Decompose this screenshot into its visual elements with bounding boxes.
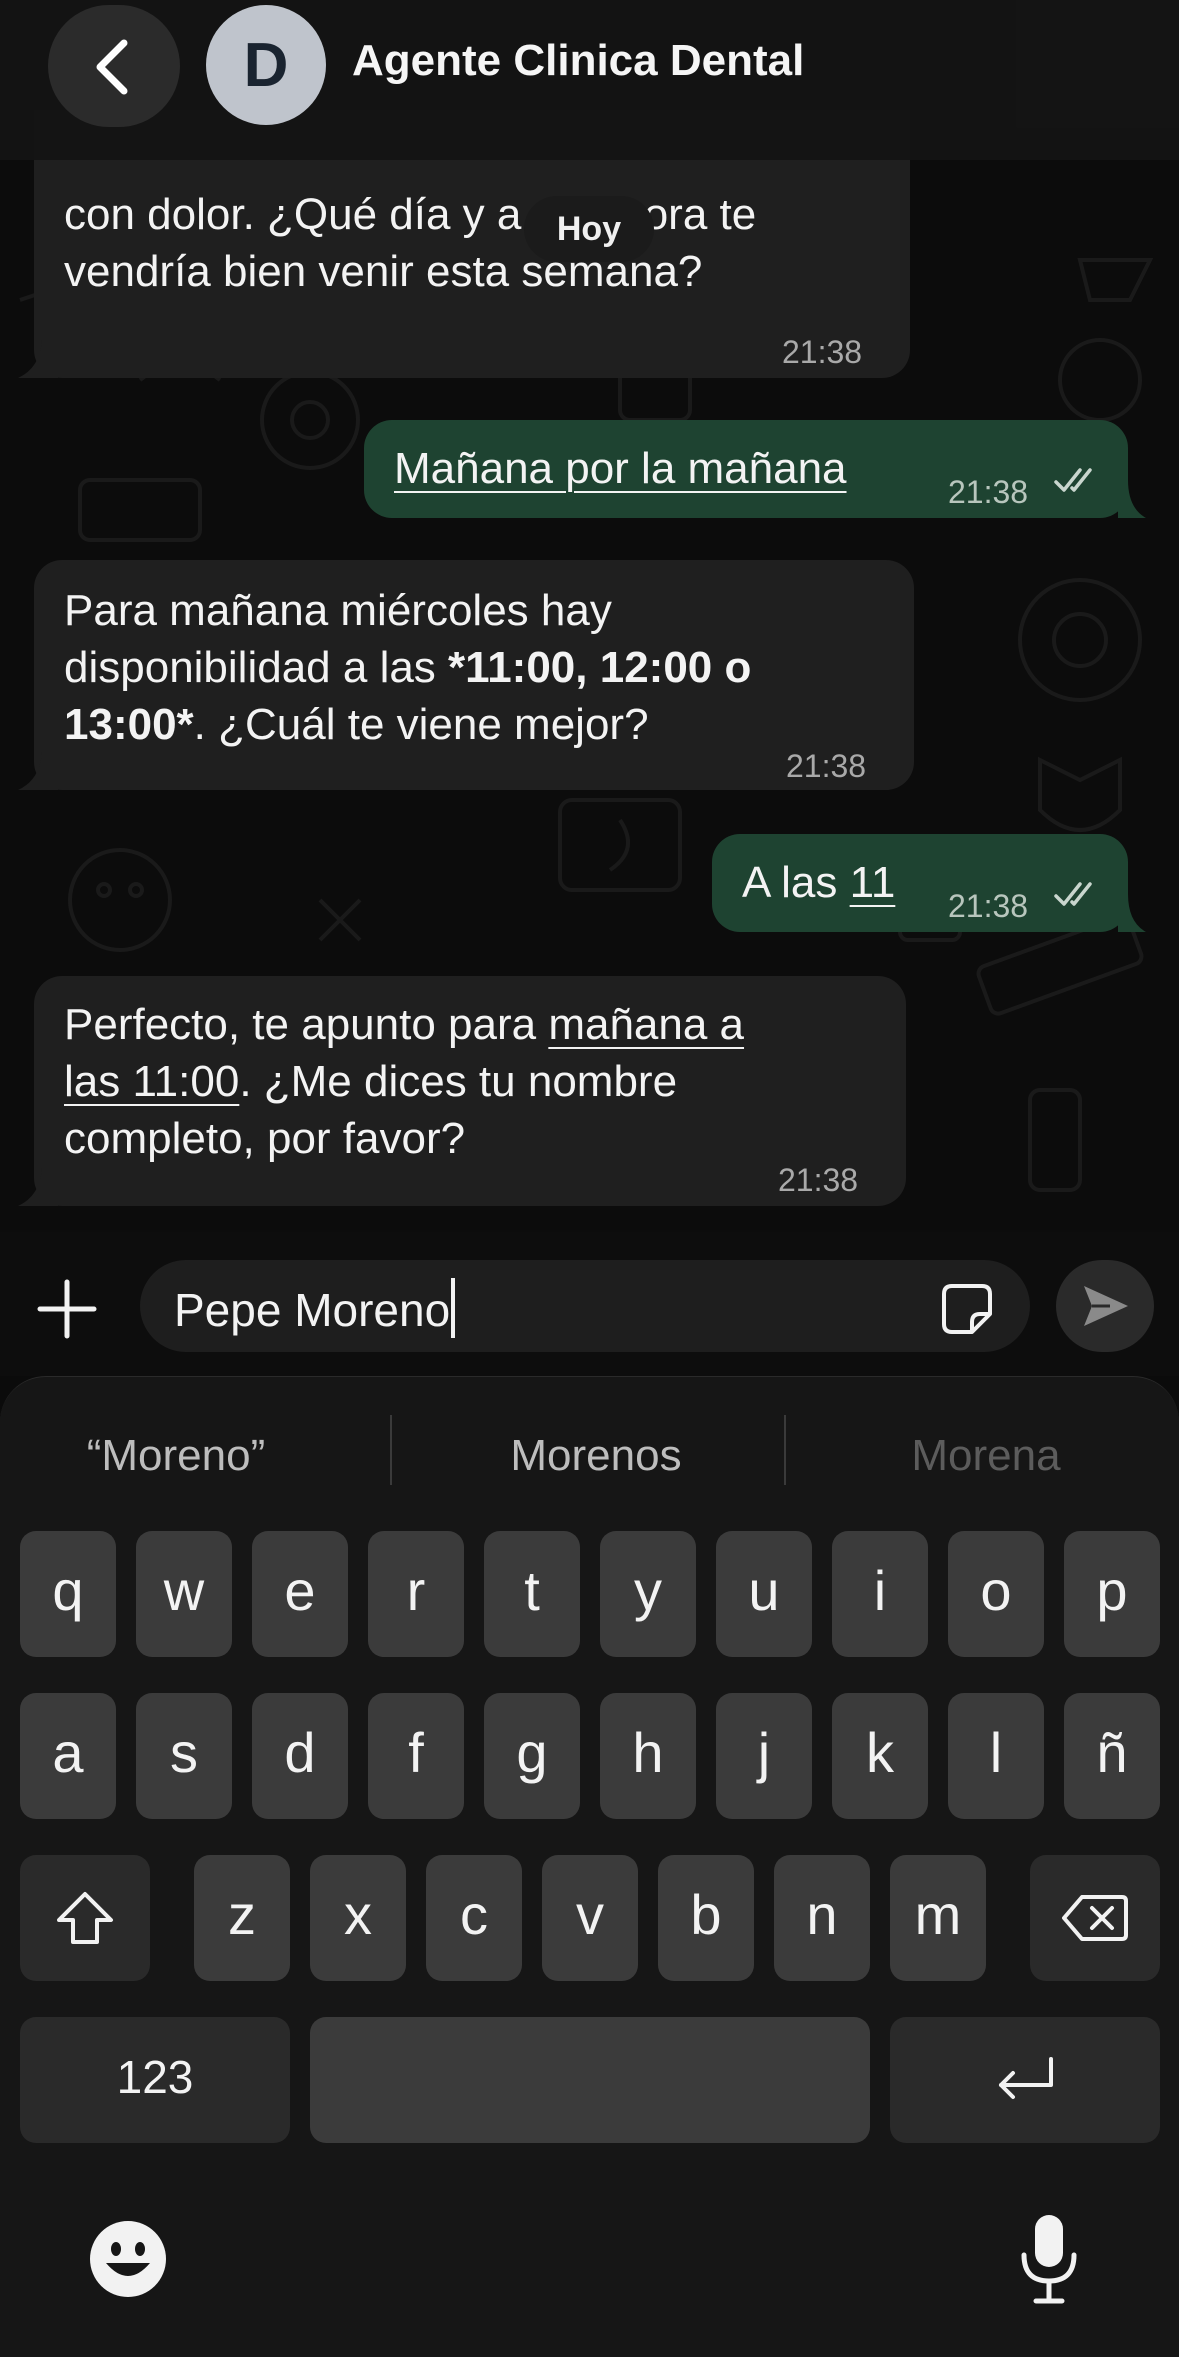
message-input-text: Pepe Moreno [174, 1278, 456, 1338]
shift-icon [57, 1892, 113, 1944]
key-g[interactable]: g [484, 1693, 580, 1819]
message-outgoing[interactable]: A las 11 21:38 [712, 834, 1128, 932]
message-time: 21:38 [782, 334, 863, 370]
key-d[interactable]: d [252, 1693, 348, 1819]
microphone-icon[interactable] [1018, 2211, 1080, 2307]
send-button[interactable] [1056, 1260, 1154, 1352]
message-text: A las 11 [742, 858, 896, 907]
keyboard: “Moreno” Morenos Morena q w e r t y u i … [0, 1376, 1179, 2357]
key-a[interactable]: a [20, 1693, 116, 1819]
chevron-left-icon [96, 39, 128, 95]
suggestion-divider [390, 1415, 392, 1485]
key-k[interactable]: k [832, 1693, 928, 1819]
message-input[interactable]: Pepe Moreno [140, 1260, 1030, 1352]
avatar[interactable]: D [206, 5, 326, 125]
shift-key[interactable] [20, 1855, 150, 1981]
text-caret [451, 1278, 456, 1338]
key-t[interactable]: t [484, 1531, 580, 1657]
bubble-tail [1118, 894, 1146, 932]
chat-title[interactable]: Agente Clinica Dental [352, 36, 804, 86]
send-icon [1084, 1286, 1128, 1326]
bubble-tail [18, 752, 58, 790]
chat-area: con dolor. ¿Qué día y a qué hora te vend… [0, 0, 1179, 1232]
return-icon [999, 2057, 1053, 2099]
chat-header: D Agente Clinica Dental [0, 0, 1179, 160]
key-y[interactable]: y [600, 1531, 696, 1657]
bubble-tail [1118, 480, 1146, 518]
key-i[interactable]: i [832, 1531, 928, 1657]
read-ticks-icon [1054, 882, 1092, 906]
message-text: Mañana por la mañana [394, 444, 847, 493]
plus-icon[interactable] [36, 1278, 98, 1340]
bubble-tail [18, 340, 58, 378]
key-h[interactable]: h [600, 1693, 696, 1819]
key-q[interactable]: q [20, 1531, 116, 1657]
message-time: 21:38 [786, 748, 867, 784]
key-m[interactable]: m [890, 1855, 986, 1981]
key-x[interactable]: x [310, 1855, 406, 1981]
suggestion-1[interactable]: “Moreno” [6, 1431, 346, 1481]
message-incoming[interactable]: Para mañana miércoles hay disponibilidad… [34, 560, 914, 790]
backspace-icon [1062, 1895, 1128, 1941]
key-f[interactable]: f [368, 1693, 464, 1819]
message-composer: Pepe Moreno [0, 1232, 1179, 1376]
bubble-tail [18, 1168, 58, 1206]
back-button[interactable] [48, 5, 180, 127]
space-key[interactable] [310, 2017, 870, 2143]
key-n-tilde[interactable]: ñ [1064, 1693, 1160, 1819]
key-e[interactable]: e [252, 1531, 348, 1657]
message-text: con dolor. ¿Qué día y a qué hora te vend… [64, 190, 757, 296]
emoji-icon[interactable] [88, 2219, 168, 2299]
suggestion-3[interactable]: Morena [836, 1431, 1136, 1481]
key-z[interactable]: z [194, 1855, 290, 1981]
message-text: Para mañana miércoles hay disponibilidad… [64, 586, 752, 749]
key-l[interactable]: l [948, 1693, 1044, 1819]
message-outgoing[interactable]: Mañana por la mañana 21:38 [364, 420, 1128, 518]
read-ticks-icon [1054, 468, 1092, 492]
message-time: 21:38 [948, 474, 1029, 510]
message-time: 21:38 [948, 888, 1029, 924]
key-u[interactable]: u [716, 1531, 812, 1657]
delete-key[interactable] [1030, 1855, 1160, 1981]
suggestion-divider [784, 1415, 786, 1485]
suggestion-2[interactable]: Morenos [426, 1431, 766, 1481]
key-n[interactable]: n [774, 1855, 870, 1981]
message-text: Perfecto, te apunto para mañana a las 11… [64, 1000, 745, 1163]
message-incoming[interactable]: Perfecto, te apunto para mañana a las 11… [34, 976, 906, 1206]
key-p[interactable]: p [1064, 1531, 1160, 1657]
key-c[interactable]: c [426, 1855, 522, 1981]
key-b[interactable]: b [658, 1855, 754, 1981]
key-r[interactable]: r [368, 1531, 464, 1657]
key-w[interactable]: w [136, 1531, 232, 1657]
key-s[interactable]: s [136, 1693, 232, 1819]
numbers-key[interactable]: 123 [20, 2017, 290, 2143]
key-o[interactable]: o [948, 1531, 1044, 1657]
sticker-icon[interactable] [940, 1282, 994, 1336]
message-time: 21:38 [778, 1162, 859, 1198]
date-chip: Hoy [524, 196, 654, 262]
key-v[interactable]: v [542, 1855, 638, 1981]
return-key[interactable] [890, 2017, 1160, 2143]
key-j[interactable]: j [716, 1693, 812, 1819]
